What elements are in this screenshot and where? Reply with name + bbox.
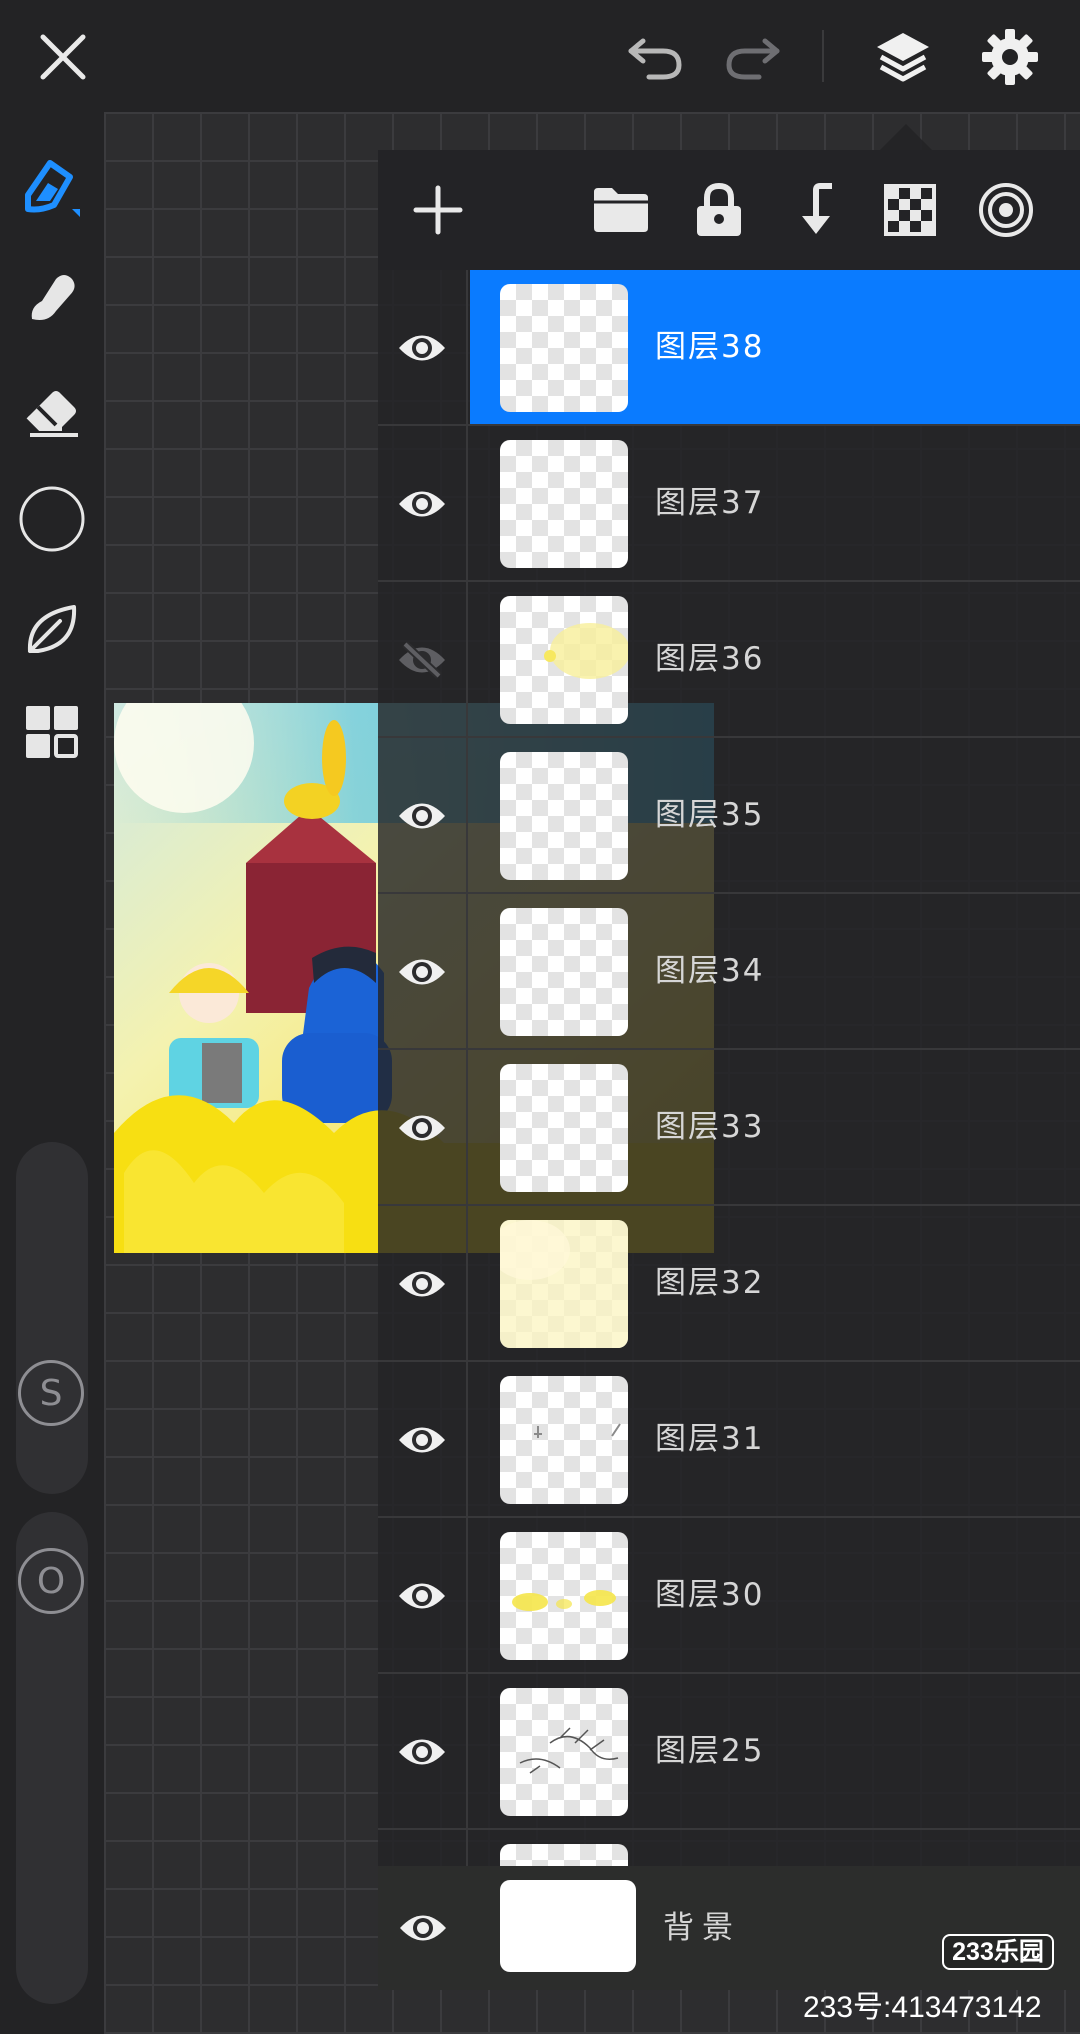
plus-icon[interactable] (403, 175, 473, 245)
layer-content[interactable]: 图层38 (470, 270, 1080, 424)
left-toolbar: S O (0, 112, 104, 2034)
layer-name: 图层34 (655, 953, 765, 989)
watermark-id: 233号:413473142 (803, 1991, 1042, 2024)
layer-thumbnail (500, 752, 628, 880)
undo-icon[interactable] (620, 22, 690, 92)
layer-content[interactable]: 图层37 (470, 426, 1080, 580)
watermark-badge: 233乐园 (942, 1934, 1054, 1970)
eye-icon[interactable] (378, 1050, 468, 1206)
layers-toolbar (378, 150, 1080, 270)
size-slider-label: S (39, 1372, 63, 1414)
eye-icon[interactable] (378, 1518, 468, 1674)
eye-icon[interactable] (398, 1911, 448, 1949)
eye-column (378, 1830, 468, 1866)
checker-icon[interactable] (875, 175, 945, 245)
layer-thumbnail (500, 1376, 628, 1504)
layer-name: 图层37 (655, 485, 765, 521)
eye-icon[interactable] (378, 738, 468, 894)
layers-icon[interactable] (868, 22, 938, 92)
layer-row[interactable]: 图层31 (378, 1362, 1080, 1518)
layer-content[interactable]: 图层31 (470, 1362, 1080, 1516)
leaf-icon[interactable] (17, 594, 87, 664)
merge-down-icon[interactable] (781, 175, 851, 245)
layer-content[interactable] (470, 1830, 1080, 1866)
pen-icon[interactable] (17, 152, 87, 222)
layer-content[interactable]: 图层25 (470, 1674, 1080, 1828)
layer-name: 图层36 (655, 641, 765, 677)
layer-row[interactable]: 图层36 (378, 582, 1080, 738)
eye-icon[interactable] (378, 1206, 468, 1362)
redo-icon[interactable] (718, 22, 788, 92)
eye-icon[interactable] (378, 1674, 468, 1830)
layer-thumbnail (500, 1532, 628, 1660)
layer-name: 图层30 (655, 1577, 765, 1613)
layer-row[interactable]: 图层32 (378, 1206, 1080, 1362)
layer-name: 图层25 (655, 1733, 765, 1769)
opacity-slider[interactable]: O (16, 1512, 88, 2004)
opacity-slider-label: O (36, 1560, 66, 1602)
layer-row[interactable]: 图层25 (378, 1674, 1080, 1830)
layer-content[interactable]: 图层35 (470, 738, 1080, 892)
top-bar (0, 0, 1080, 112)
eye-icon[interactable] (378, 894, 468, 1050)
layer-row[interactable]: 图层38 (378, 270, 1080, 426)
toolbar-divider (822, 30, 824, 82)
color-circle-icon[interactable] (17, 484, 87, 554)
brush-size-slider[interactable]: S (16, 1142, 88, 1494)
layer-thumbnail (500, 1844, 628, 1866)
lock-icon[interactable] (684, 175, 754, 245)
panel-pointer (880, 124, 932, 150)
smudge-icon[interactable] (17, 262, 87, 332)
layer-row[interactable]: 图层35 (378, 738, 1080, 894)
layer-name: 图层32 (655, 1265, 765, 1301)
eye-hidden-icon[interactable] (378, 582, 468, 738)
layer-content[interactable]: 图层30 (470, 1518, 1080, 1672)
layer-name: 图层35 (655, 797, 765, 833)
layer-thumbnail (500, 1688, 628, 1816)
opacity-slider-knob[interactable]: O (18, 1548, 84, 1614)
layer-thumbnail (500, 1220, 628, 1348)
layer-thumbnail (500, 440, 628, 568)
layer-row[interactable]: 图层34 (378, 894, 1080, 1050)
layer-content[interactable]: 图层32 (470, 1206, 1080, 1360)
layer-thumbnail (500, 1064, 628, 1192)
size-slider-knob[interactable]: S (18, 1360, 84, 1426)
eye-icon[interactable] (378, 1362, 468, 1518)
layers-panel: 图层38 图层37 图层36 图层35 图层34 图层33 图层32 图层31 … (378, 150, 1080, 1990)
layer-row[interactable] (378, 1830, 1080, 1866)
background-layer-row[interactable]: 背景 (378, 1866, 1080, 1990)
layer-row[interactable]: 图层37 (378, 426, 1080, 582)
eye-icon[interactable] (378, 426, 468, 582)
background-thumbnail (500, 1880, 636, 1972)
layer-thumbnail (500, 908, 628, 1036)
layer-row[interactable]: 图层33 (378, 1050, 1080, 1206)
grid-icon[interactable] (17, 697, 87, 767)
layer-thumbnail (500, 284, 628, 412)
folder-icon[interactable] (586, 175, 656, 245)
close-icon[interactable] (28, 22, 98, 92)
eraser-icon[interactable] (17, 374, 87, 444)
target-icon[interactable] (971, 175, 1041, 245)
layer-row[interactable]: 图层30 (378, 1518, 1080, 1674)
layer-name: 图层31 (655, 1421, 765, 1457)
layer-thumbnail (500, 596, 628, 724)
eye-icon[interactable] (378, 270, 468, 426)
layer-name: 图层38 (655, 329, 765, 365)
layer-content[interactable]: 图层34 (470, 894, 1080, 1048)
layer-content[interactable]: 图层36 (470, 582, 1080, 736)
layer-content[interactable]: 图层33 (470, 1050, 1080, 1204)
background-layer-name: 背景 (663, 1910, 741, 1946)
gear-icon[interactable] (975, 22, 1045, 92)
layer-name: 图层33 (655, 1109, 765, 1145)
